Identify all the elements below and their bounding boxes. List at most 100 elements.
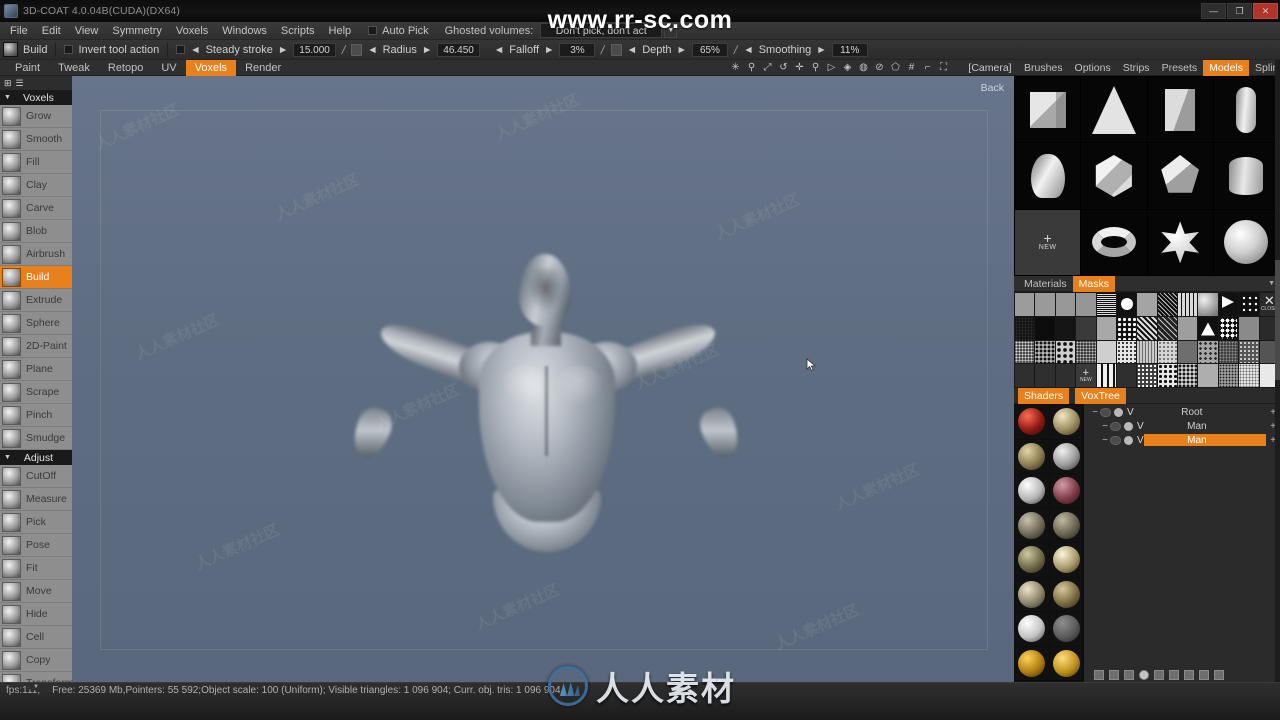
mask-swatch[interactable] [1076,340,1096,364]
viewport[interactable]: Back 人人素材社区 人人素材社区 人人素材社区 人人素材社区 人人素材社区 … [72,76,1014,682]
mask-swatch[interactable] [1035,364,1055,387]
grid-icon[interactable]: # [906,62,917,74]
steady-stroke-group[interactable]: ◄ Steady stroke ► 15.000 [176,42,336,57]
mesh-icon[interactable]: ◈ [842,62,853,74]
mask-swatch[interactable] [1035,316,1055,340]
panel-collapse-handle[interactable]: ▼ [28,683,44,690]
tool-smudge[interactable]: Smudge [0,427,72,450]
mask-swatch[interactable] [1015,293,1035,316]
tool-cell[interactable]: Cell [0,626,72,649]
mask-swatch[interactable] [1178,364,1198,387]
tool-fill[interactable]: Fill [0,151,72,174]
close-button[interactable]: ✕ [1253,3,1278,19]
spin-left-icon[interactable]: ◄ [367,44,377,56]
shader-thumb[interactable] [1015,577,1049,611]
model-thumb-cube[interactable] [1015,77,1081,143]
3d-model-man[interactable] [347,254,745,624]
tool-copy[interactable]: Copy [0,649,72,672]
chevron-down-icon[interactable]: ▼ [1268,280,1275,287]
voxel-mode-icon[interactable]: V [1137,421,1144,432]
model-thumb-capsule[interactable] [1213,77,1279,143]
mask-swatch[interactable] [1137,316,1157,340]
spin-right-icon[interactable]: ► [816,44,826,56]
collapse-icon[interactable]: − [1100,435,1110,446]
copy-icon[interactable] [1154,670,1164,680]
shader-thumb[interactable] [1015,439,1049,473]
menu-item-file[interactable]: File [3,22,35,40]
spin-right-icon[interactable]: ► [677,44,687,56]
tool-pinch[interactable]: Pinch [0,404,72,427]
tool-smooth[interactable]: Smooth [0,128,72,151]
smoothing-group[interactable]: ◄ Smoothing ► 11% [743,42,868,57]
maximize-button[interactable]: ❐ [1227,3,1252,19]
tab-materials[interactable]: Materials [1018,276,1073,292]
tool-clay[interactable]: Clay [0,174,72,197]
model-thumb-stellated[interactable] [1147,209,1213,275]
spin-right-icon[interactable]: ► [278,44,288,56]
tool-grid-icon[interactable]: ⊞ [4,78,12,89]
auto-pick-checkbox[interactable] [368,26,378,35]
mask-swatch[interactable] [1137,340,1157,364]
volume-dot-icon[interactable] [1124,435,1133,445]
mask-swatch[interactable] [1178,293,1198,316]
tool-group-adjust-header[interactable]: ▼ Adjust [0,450,72,465]
mask-swatch[interactable] [1218,340,1239,364]
duplicate-icon[interactable] [1124,670,1134,680]
masks-new-button[interactable]: + NEW [1076,364,1096,387]
tool-measure[interactable]: Measure [0,488,72,511]
model-thumb-sphere[interactable] [1213,209,1279,275]
menu-item-symmetry[interactable]: Symmetry [105,22,169,40]
mask-swatch[interactable] [1239,364,1259,387]
model-thumb-cylinder[interactable] [1213,143,1279,209]
minimize-button[interactable]: — [1201,3,1226,19]
shader-thumb[interactable] [1015,646,1049,680]
tool-plane[interactable]: Plane [0,358,72,381]
tab-masks[interactable]: Masks [1072,275,1115,292]
volume-icon[interactable]: ⬠ [890,62,901,74]
shader-thumb[interactable] [1015,405,1049,439]
room-tab-retopo[interactable]: Retopo [99,60,152,76]
spin-left-icon[interactable]: ◄ [190,44,200,56]
mask-swatch[interactable] [1239,293,1259,316]
tool-sphere[interactable]: Sphere [0,312,72,335]
wire-icon[interactable]: ◍ [858,62,869,74]
voxtree-row-root[interactable]: − V Root + [1084,406,1280,418]
model-thumb-icosahedron[interactable] [1081,143,1147,209]
shader-thumb[interactable] [1015,543,1049,577]
chevron-down-icon[interactable]: ▼ [4,454,11,461]
tool-blob[interactable]: Blob [0,220,72,243]
tab-presets[interactable]: Presets [1156,60,1204,76]
mask-swatch[interactable] [1096,340,1116,364]
shader-thumb[interactable] [1049,439,1083,473]
mask-swatch[interactable] [1035,293,1055,316]
mask-swatch[interactable] [1198,364,1218,387]
menu-item-voxels[interactable]: Voxels [169,22,215,40]
depth-icon[interactable] [610,43,622,56]
depth-value[interactable]: 65% [691,42,728,57]
room-tab-render[interactable]: Render [236,60,290,76]
mask-swatch[interactable] [1015,340,1035,364]
right-panel-scrollbar[interactable] [1275,60,1280,682]
shader-thumb[interactable] [1015,508,1049,542]
shader-thumb[interactable] [1015,612,1049,646]
light-icon[interactable]: ✳ [730,62,741,74]
mask-swatch[interactable] [1055,364,1076,387]
mask-swatch[interactable] [1239,316,1259,340]
tab-voxtree[interactable]: VoxTree [1075,387,1126,404]
room-tab-voxels[interactable]: Voxels [185,59,237,76]
menu-item-view[interactable]: View [68,22,106,40]
shader-thumb[interactable] [1049,474,1083,508]
depth-group[interactable]: ◄ Depth ► 65% [610,42,728,57]
model-thumb-dodecahedron[interactable] [1147,143,1213,209]
mask-swatch[interactable] [1055,316,1076,340]
curve-icon[interactable]: ⌐ [922,62,933,74]
resample-icon[interactable] [1184,670,1194,680]
delete-icon[interactable] [1109,670,1119,680]
voxel-mode-icon[interactable]: V [1127,407,1134,418]
mask-swatch[interactable] [1015,364,1035,387]
mask-swatch[interactable] [1076,293,1096,316]
voxtree-row-man-1[interactable]: − V Man + [1084,420,1280,432]
model-thumb-box[interactable] [1147,77,1213,143]
spin-left-icon[interactable]: ◄ [743,44,753,56]
play-icon[interactable]: ▷ [826,62,837,74]
